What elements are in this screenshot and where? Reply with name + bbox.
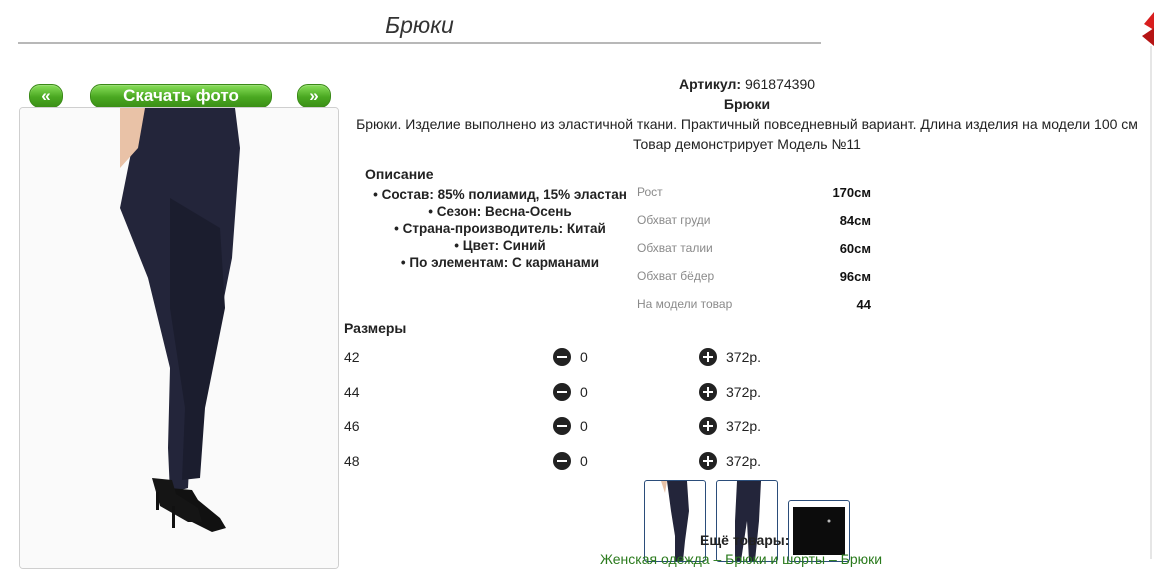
thumbnail-image <box>735 481 761 561</box>
prev-photo-button[interactable]: « <box>29 84 63 112</box>
plus-icon[interactable] <box>699 417 717 435</box>
page-title: Брюки <box>18 8 821 44</box>
red-corner-icon <box>1142 12 1154 46</box>
more-products-heading: Ещё товары: <box>700 532 790 548</box>
quantity-value: 0 <box>580 453 588 469</box>
price-value: 372р. <box>726 384 762 400</box>
plus-icon[interactable] <box>699 383 717 401</box>
size-row: 42 0 372р. <box>344 346 804 370</box>
description-list: Состав: 85% полиамид, 15% эластан Сезон:… <box>365 186 635 271</box>
article-line: Артикул: 961874390 <box>342 74 1152 94</box>
measurement-label: Обхват бёдер <box>637 269 715 283</box>
size-row: 48 0 372р. <box>344 450 804 474</box>
thumbnail-image <box>661 481 689 561</box>
measurement-label: На модели товар <box>637 297 733 311</box>
size-label: 42 <box>344 349 360 365</box>
category-links[interactable]: Женская одежда – Брюки и шорты – Брюки <box>600 551 882 567</box>
minus-icon[interactable] <box>553 348 571 366</box>
plus-icon[interactable] <box>699 452 717 470</box>
measurement-value: 44 <box>856 296 871 312</box>
description-heading: Описание <box>365 166 434 182</box>
measurement-row: Обхват груди 84см <box>637 206 877 234</box>
price-value: 372р. <box>726 418 762 434</box>
price-value: 372р. <box>726 349 762 365</box>
thumbnail-1[interactable] <box>644 480 706 562</box>
measurement-value: 96см <box>839 268 871 284</box>
sizes-heading: Размеры <box>344 320 407 336</box>
next-photo-button[interactable]: » <box>297 84 331 112</box>
measurement-value: 84см <box>839 212 871 228</box>
plus-icon[interactable] <box>699 348 717 366</box>
measurement-row: Обхват талии 60см <box>637 234 877 262</box>
measurement-row: На модели товар 44 <box>637 290 877 318</box>
quantity-value: 0 <box>580 418 588 434</box>
product-summary: Брюки. Изделие выполнено из эластичной т… <box>356 116 1138 132</box>
model-note: Товар демонстрирует Модель №11 <box>633 136 861 152</box>
measurement-row: Рост 170см <box>637 178 877 206</box>
model-measurements: Рост 170см Обхват груди 84см Обхват талии 6… <box>637 178 877 318</box>
product-info: Артикул: 961874390 Брюки Брюки. Изделие … <box>342 74 1152 154</box>
description-item: Сезон: Весна-Осень <box>365 203 635 220</box>
measurement-row: Обхват бёдер 96см <box>637 262 877 290</box>
minus-icon[interactable] <box>553 383 571 401</box>
minus-icon[interactable] <box>553 452 571 470</box>
size-label: 44 <box>344 384 360 400</box>
quantity-value: 0 <box>580 349 588 365</box>
description-item: Состав: 85% полиамид, 15% эластан <box>365 186 635 203</box>
minus-icon[interactable] <box>553 417 571 435</box>
measurement-value: 170см <box>832 184 871 200</box>
description-item: Цвет: Синий <box>365 237 635 254</box>
size-label: 48 <box>344 453 360 469</box>
measurement-label: Рост <box>637 185 663 199</box>
pants-image <box>20 108 338 568</box>
quantity-value: 0 <box>580 384 588 400</box>
measurement-label: Обхват груди <box>637 213 711 227</box>
thumbnail-2[interactable] <box>716 480 778 562</box>
description-block: Описание Состав: 85% полиамид, 15% эласт… <box>365 166 635 271</box>
description-item: Страна-производитель: Китай <box>365 220 635 237</box>
article-label: Артикул: <box>678 76 742 92</box>
download-photo-button[interactable]: Скачать фото <box>90 84 272 112</box>
measurement-value: 60см <box>839 240 871 256</box>
measurement-label: Обхват талии <box>637 241 713 255</box>
description-item: По элементам: С карманами <box>365 254 635 271</box>
product-photo[interactable] <box>19 107 339 569</box>
size-label: 46 <box>344 418 360 434</box>
price-value: 372р. <box>726 453 762 469</box>
product-name: Брюки <box>723 96 771 112</box>
size-row: 44 0 372р. <box>344 381 804 405</box>
size-row: 46 0 372р. <box>344 415 804 439</box>
article-value: 961874390 <box>744 76 816 92</box>
